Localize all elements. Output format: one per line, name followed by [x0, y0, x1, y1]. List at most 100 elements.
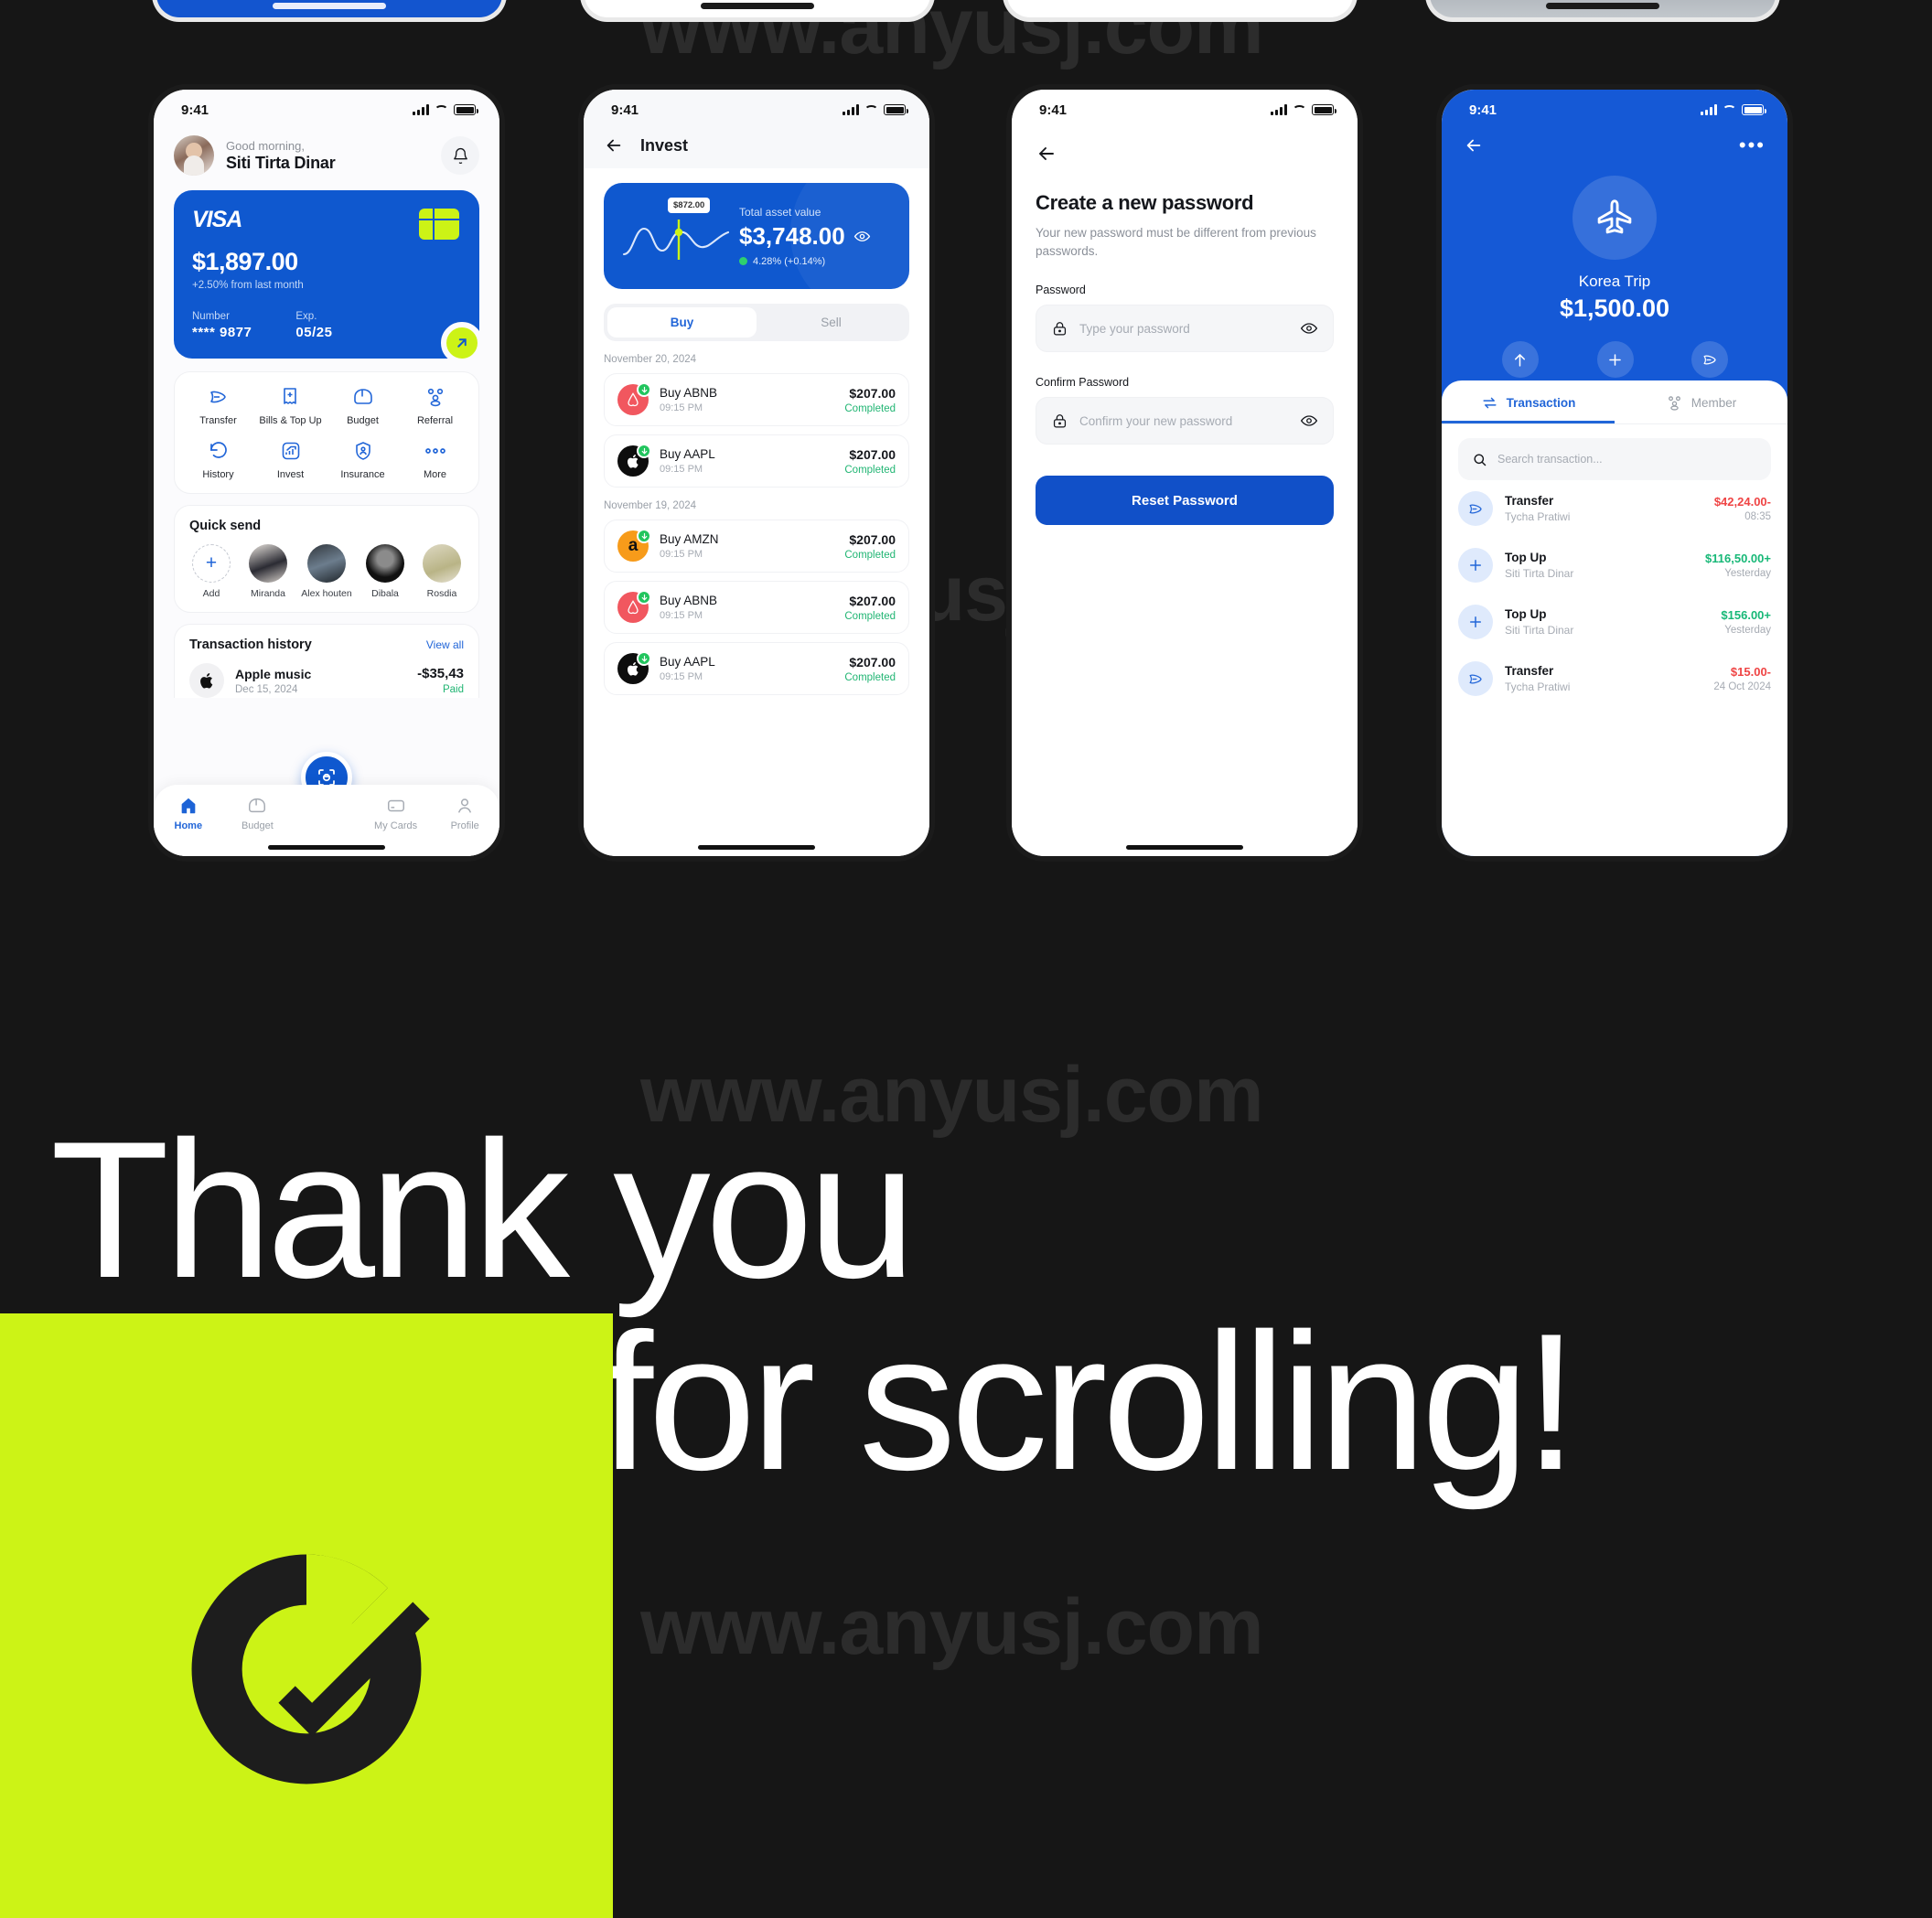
- more-dots-icon[interactable]: •••: [1739, 135, 1766, 155]
- home-header: Good morning, Siti Tirta Dinar: [154, 130, 499, 176]
- transaction-person: Tycha Pratiwi: [1505, 680, 1571, 693]
- eye-icon[interactable]: [1300, 319, 1318, 338]
- wifi-icon: [864, 105, 878, 115]
- password-field[interactable]: Type your password: [1036, 305, 1334, 353]
- trade-amount: $207.00: [849, 446, 896, 462]
- status-badge: Completed: [844, 610, 896, 622]
- phone-home-screen: 9:41 Good morning, Siti Tirta Dinar VISA…: [148, 84, 505, 862]
- apple-glyph: [199, 672, 212, 689]
- cellular-signal-icon: [843, 104, 859, 115]
- status-time: 9:41: [1039, 102, 1068, 118]
- quick-send-contact[interactable]: Rosdia: [420, 544, 464, 599]
- brand-circle-check-logo: [166, 1529, 446, 1809]
- user-name: Siti Tirta Dinar: [226, 153, 336, 172]
- status-bar: 9:41: [1442, 90, 1787, 130]
- trip-tabs: Transaction Member: [1442, 380, 1787, 424]
- date-group-label: November 19, 2024: [604, 500, 697, 511]
- wallet-icon: [249, 798, 266, 813]
- transaction-title: Top Up: [1505, 607, 1547, 621]
- tab-profile[interactable]: Profile: [430, 796, 499, 831]
- eye-icon[interactable]: [853, 228, 871, 245]
- quick-action-invest[interactable]: Invest: [254, 439, 327, 480]
- cellular-signal-icon: [1701, 104, 1717, 115]
- phone-stub-previous-row: [152, 0, 507, 22]
- quick-send-add[interactable]: + Add: [189, 544, 233, 599]
- quick-send-contact[interactable]: Dibala: [363, 544, 407, 599]
- chart-up-icon: [280, 439, 302, 463]
- plus-icon: [1458, 605, 1493, 639]
- view-all-link[interactable]: View all: [426, 638, 464, 651]
- arrow-left-icon[interactable]: [604, 135, 624, 155]
- tab-my-cards[interactable]: My Cards: [361, 796, 431, 831]
- transaction-date: 08:35: [1744, 511, 1771, 522]
- home-indicator: [1546, 3, 1659, 9]
- avatar: [307, 544, 346, 583]
- trade-time: 09:15 PM: [660, 610, 703, 621]
- nav-bar: Invest: [584, 130, 929, 168]
- table-row[interactable]: Transfer Tycha Pratiwi $42,24.00- 08:35: [1442, 480, 1787, 537]
- credit-card[interactable]: VISA $1,897.00 +2.50% from last month Nu…: [174, 190, 483, 364]
- card-action-button[interactable]: [441, 322, 483, 364]
- avatar[interactable]: [174, 135, 214, 176]
- trade-title: Buy ABNB: [660, 594, 718, 607]
- list-item[interactable]: a Buy AMZN 09:15 PM $207.00 Completed: [604, 520, 909, 573]
- tab-sell[interactable]: Sell: [757, 307, 906, 338]
- quick-action-budget[interactable]: Budget: [327, 385, 399, 426]
- eye-icon[interactable]: [1300, 412, 1318, 430]
- buy-sell-segmented-control: Buy Sell: [604, 304, 909, 341]
- table-row[interactable]: Transfer Tycha Pratiwi $15.00- 24 Oct 20…: [1442, 650, 1787, 707]
- arrow-left-icon[interactable]: [1036, 143, 1057, 165]
- confirm-password-placeholder: Confirm your new password: [1079, 413, 1233, 428]
- password-placeholder: Type your password: [1079, 321, 1190, 336]
- list-item[interactable]: Buy ABNB 09:15 PM $207.00 Completed: [604, 373, 909, 426]
- transaction-person: Tycha Pratiwi: [1505, 510, 1571, 523]
- trade-time: 09:15 PM: [660, 464, 703, 475]
- transaction-amount: $156.00+: [1721, 608, 1771, 622]
- people-icon: [1668, 396, 1680, 411]
- arrow-left-icon[interactable]: [1464, 135, 1484, 155]
- list-item[interactable]: Buy AAPL 09:15 PM $207.00 Completed: [604, 434, 909, 488]
- search-icon: [1474, 453, 1487, 466]
- transaction-person: Siti Tirta Dinar: [1505, 567, 1574, 580]
- shield-user-icon: [352, 439, 374, 463]
- search-input[interactable]: Search transaction...: [1458, 438, 1771, 480]
- tab-home[interactable]: Home: [154, 796, 223, 831]
- logo-svg: [191, 1554, 430, 1784]
- asset-value-card: $872.00 Total asset value $3,748.00 4.28…: [604, 183, 909, 289]
- send-icon: [1458, 491, 1493, 526]
- status-dot: [739, 257, 747, 265]
- status-time: 9:41: [1469, 102, 1497, 118]
- table-row[interactable]: Top Up Siti Tirta Dinar $116,50.00+ Yest…: [1442, 537, 1787, 594]
- list-item[interactable]: Buy AAPL 09:15 PM $207.00 Completed: [604, 642, 909, 695]
- quick-action-transfer[interactable]: Transfer: [182, 385, 254, 426]
- trip-name: Korea Trip: [1578, 273, 1651, 290]
- trip-nav-bar: •••: [1442, 130, 1787, 155]
- quick-action-history[interactable]: History: [182, 439, 254, 480]
- trade-time: 09:15 PM: [660, 671, 703, 682]
- quick-action-insurance[interactable]: Insurance: [327, 439, 399, 480]
- download-badge-icon: [637, 382, 651, 397]
- history-icon: [208, 439, 230, 463]
- tab-buy[interactable]: Buy: [607, 307, 757, 338]
- quick-action-bills-topup[interactable]: Bills & Top Up: [254, 385, 327, 426]
- tab-transaction[interactable]: Transaction: [1442, 380, 1615, 423]
- table-row[interactable]: Apple music Dec 15, 2024 -$35,43 Paid: [189, 663, 464, 698]
- outro-line-2: for scrolling!: [599, 1293, 1578, 1512]
- transaction-amount: $116,50.00+: [1705, 552, 1771, 565]
- cellular-signal-icon: [1271, 104, 1287, 115]
- table-row[interactable]: Top Up Siti Tirta Dinar $156.00+ Yesterd…: [1442, 594, 1787, 650]
- confirm-password-field[interactable]: Confirm your new password: [1036, 397, 1334, 445]
- trade-amount: $207.00: [849, 593, 896, 608]
- status-badge: Completed: [844, 464, 896, 476]
- quick-action-more[interactable]: More: [399, 439, 471, 480]
- list-item[interactable]: Buy ABNB 09:15 PM $207.00 Completed: [604, 581, 909, 634]
- notification-button[interactable]: [441, 136, 479, 175]
- tab-budget[interactable]: Budget: [223, 796, 293, 831]
- quick-send-title: Quick send: [189, 519, 262, 533]
- transaction-date: 24 Oct 2024: [1713, 681, 1771, 692]
- quick-send-contact[interactable]: Alex houten: [301, 544, 352, 599]
- tab-member[interactable]: Member: [1615, 380, 1787, 423]
- quick-action-referral[interactable]: Referral: [399, 385, 471, 426]
- quick-send-contact[interactable]: Miranda: [246, 544, 290, 599]
- reset-password-button[interactable]: Reset Password: [1036, 476, 1334, 526]
